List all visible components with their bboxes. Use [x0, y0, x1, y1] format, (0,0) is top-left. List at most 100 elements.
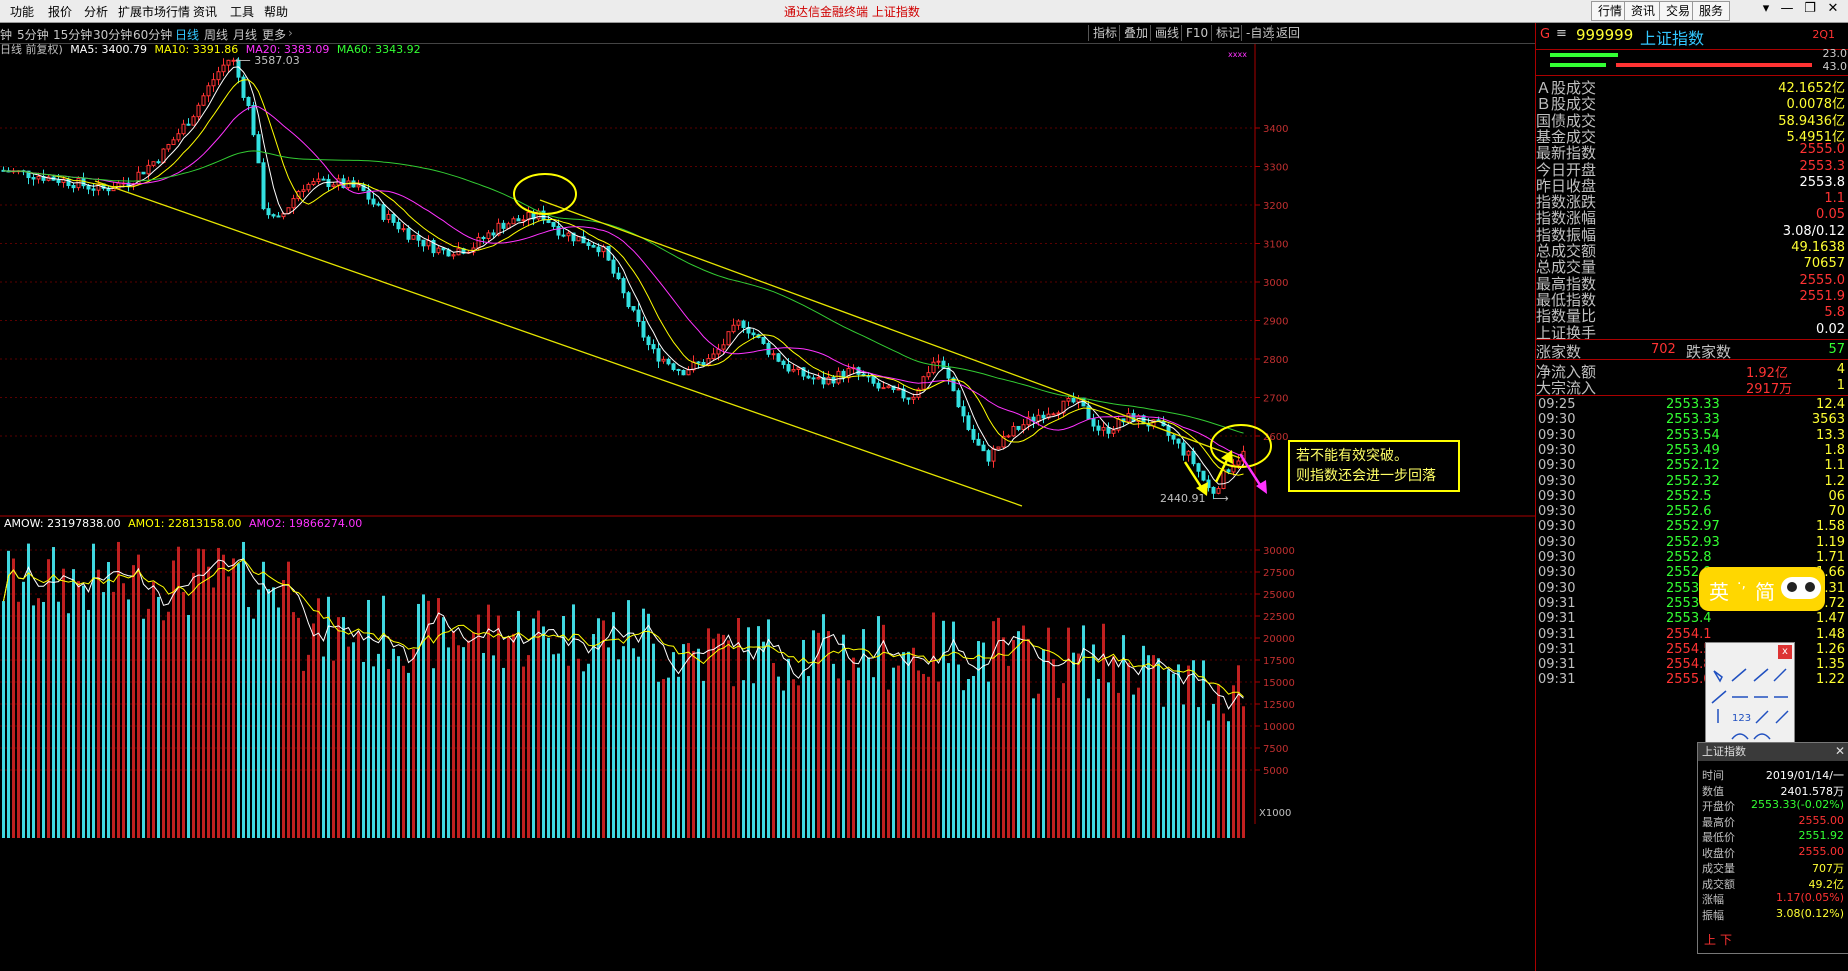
ime-toolbar[interactable]: 英 ·, 简 — [1699, 567, 1825, 611]
volume-bar — [387, 669, 390, 838]
minimize-icon[interactable]: — — [1776, 1, 1798, 19]
data-hint-window[interactable]: 上证指数 ✕ 时间 2019/01/14/一 数值 2401.578万 开盘价 2553.… — [1697, 742, 1848, 954]
volume-bar — [417, 603, 420, 838]
candle-body — [1101, 427, 1106, 431]
tick-time: 09:31 — [1538, 672, 1576, 688]
volume-bar — [122, 583, 125, 838]
bar-value-1: 23.0 — [1822, 47, 1848, 60]
volume-bar — [912, 647, 915, 838]
volume-bar — [17, 601, 20, 838]
volume-bar — [682, 644, 685, 838]
bar-value-2: 43.0 — [1822, 60, 1848, 73]
menu-item-analysis[interactable]: 分析 — [84, 3, 108, 20]
prev-button[interactable]: 上 — [1704, 931, 1716, 948]
candle-body — [481, 236, 486, 240]
ime-lang-icon[interactable]: 英 — [1709, 576, 1729, 605]
tool-mark[interactable]: 标记 — [1211, 25, 1244, 41]
volume-bar — [837, 678, 840, 838]
annotation-note[interactable]: 若不能有效突破。 则指数还会进一步回落 — [1288, 440, 1460, 492]
volume-bar — [927, 676, 930, 838]
stat-value: 2555.0 — [1799, 272, 1846, 288]
candle-body — [566, 232, 571, 237]
tool-overlay[interactable]: 叠加 — [1119, 25, 1152, 41]
hint-label: 开盘价 — [1702, 800, 1735, 813]
volume-bar — [472, 632, 475, 838]
candle-body — [936, 360, 941, 363]
arc2-tool-icon — [1753, 733, 1771, 740]
volume-bar — [902, 652, 905, 838]
candle-body — [376, 203, 381, 206]
menu-item-extended-market[interactable]: 扩展市场行情 — [118, 3, 190, 20]
candle-body — [321, 178, 326, 181]
menu-item-function[interactable]: 功能 — [10, 3, 34, 20]
volume-bar — [47, 559, 50, 838]
mascot-eye-icon — [1803, 580, 1817, 594]
candle-body — [986, 450, 991, 462]
close-icon[interactable]: ✕ — [1822, 1, 1844, 19]
menu-item-quote[interactable]: 报价 — [48, 3, 72, 20]
hint-row: 涨幅 1.17(0.05%) — [1698, 891, 1848, 906]
drawing-tools-icons[interactable]: 123 — [1706, 643, 1794, 753]
volume-bar — [407, 672, 410, 838]
volume-bar — [597, 618, 600, 838]
close-icon[interactable]: ✕ — [1835, 744, 1845, 758]
menu-item-tools[interactable]: 工具 — [230, 3, 254, 20]
ime-simplified-icon[interactable]: 简 — [1755, 576, 1775, 605]
kline-chart-svg[interactable]: 3400 3300 3200 3100 3000 2900 2800 2700 2600 3000… — [0, 44, 1535, 971]
top-button-service[interactable]: 服务 — [1692, 1, 1731, 21]
buy-bar — [1550, 53, 1618, 57]
stat-row: 指数涨跌 1.1 — [1536, 191, 1848, 211]
period-more-arrow-icon[interactable]: › — [288, 26, 293, 40]
volume-bar — [92, 543, 95, 838]
volume-bar — [552, 654, 555, 838]
candle-body — [1021, 424, 1026, 430]
volume-bar — [642, 608, 645, 838]
kline-legend: 日线 前复权) MA5: 3400.79 MA10: 3391.86 MA20:… — [0, 41, 425, 57]
restore-icon[interactable]: ❐ — [1799, 1, 1821, 19]
volume-bar — [147, 608, 150, 838]
tool-f10[interactable]: F10 — [1181, 25, 1212, 41]
tool-indicator[interactable]: 指标 — [1088, 25, 1121, 41]
top-button-news[interactable]: 资讯 — [1624, 1, 1663, 21]
chart-area[interactable]: 3400 3300 3200 3100 3000 2900 2800 2700 2600 3000… — [0, 41, 1535, 971]
candle-body — [291, 198, 296, 209]
volume-bar — [267, 589, 270, 838]
candle-body — [1191, 450, 1196, 465]
tick-row[interactable]: 09:31 2555.0 1.22 — [1536, 672, 1848, 690]
menu-item-help[interactable]: 帮助 — [264, 3, 288, 20]
volume-bar — [952, 621, 955, 838]
menu-dropdown-icon[interactable]: ▾ — [1755, 1, 1777, 19]
menu-icon[interactable]: ≡ — [1556, 26, 1567, 41]
candle-body — [386, 213, 391, 220]
drawing-tools-palette[interactable]: x 123 — [1705, 642, 1795, 754]
tick-volume: 1.35 — [1816, 657, 1845, 673]
volume-bar — [1057, 697, 1060, 838]
volume-bar — [962, 690, 965, 838]
tool-drawline[interactable]: 画线 — [1150, 25, 1183, 41]
tick-volume: 12.4 — [1816, 397, 1845, 412]
volume-bar — [657, 681, 660, 838]
volume-bar — [592, 634, 595, 838]
tick-time: 09:31 — [1538, 611, 1576, 627]
candle-body — [196, 104, 201, 118]
candle-body — [646, 336, 651, 346]
candle-body — [1201, 470, 1206, 481]
volume-bar — [117, 541, 120, 838]
tick-price: 2552.32 — [1666, 473, 1720, 489]
stat-value: 3.08/0.12 — [1782, 223, 1845, 239]
volume-bar — [997, 617, 1000, 838]
tick-volume: 1.1 — [1824, 458, 1845, 474]
candle-body — [186, 123, 191, 126]
tick-volume: 1.8 — [1824, 442, 1845, 458]
next-button[interactable]: 下 — [1720, 931, 1732, 948]
tick-time: 09:31 — [1538, 626, 1576, 642]
tool-back[interactable]: 返回 — [1271, 25, 1304, 41]
candle-body — [421, 239, 426, 247]
volume-bar — [1147, 655, 1150, 838]
menu-item-news[interactable]: 资讯 — [193, 3, 217, 20]
hint-row: 最高价 2555.00 — [1698, 814, 1848, 829]
tick-time: 09:30 — [1538, 473, 1576, 489]
hint-label: 时间 — [1702, 769, 1724, 782]
ime-punct-icon[interactable]: ·, — [1737, 576, 1746, 592]
candle-body — [1171, 434, 1176, 440]
